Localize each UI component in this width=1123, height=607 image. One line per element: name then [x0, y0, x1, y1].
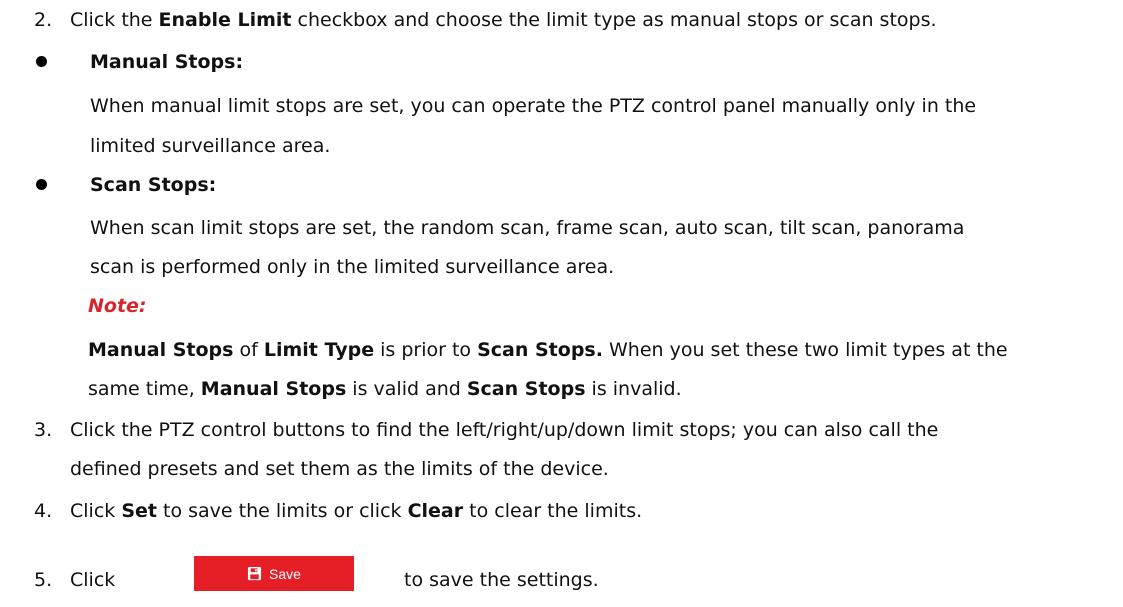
- clear-term: Clear: [407, 500, 464, 522]
- bullet-icon: [36, 56, 47, 67]
- scan-stops-line-2: scan is performed only in the limited su…: [90, 256, 615, 278]
- save-button[interactable]: Save: [194, 556, 354, 591]
- note-line-1: Manual Stops of Limit Type is prior to S…: [88, 339, 1008, 361]
- save-icon: [247, 566, 262, 581]
- step-2-text: Click the Enable Limit checkbox and choo…: [70, 9, 937, 31]
- manual-stops-heading: Manual Stops:: [90, 51, 244, 73]
- scan-stops-heading: Scan Stops:: [90, 174, 217, 196]
- step-2-number: 2.: [34, 9, 53, 31]
- note-line-2: same time, Manual Stops is valid and Sca…: [88, 378, 682, 400]
- step-3-line-2: defined presets and set them as the limi…: [70, 458, 609, 480]
- manual-stops-line-2: limited surveillance area.: [90, 135, 331, 157]
- step-5-text-start: Click: [70, 569, 116, 591]
- enable-limit-term: Enable Limit: [158, 9, 292, 31]
- save-button-label: Save: [269, 565, 301, 582]
- step-3-line-1: Click the PTZ control buttons to find th…: [70, 419, 939, 441]
- step-3-number: 3.: [34, 419, 53, 441]
- document-page: 2. Click the Enable Limit checkbox and c…: [0, 0, 1123, 607]
- scan-stops-line-1: When scan limit stops are set, the rando…: [90, 217, 965, 239]
- manual-stops-line-1: When manual limit stops are set, you can…: [90, 95, 977, 117]
- step-5-number: 5.: [34, 569, 53, 591]
- note-label: Note:: [88, 295, 147, 317]
- step-5-text-end: to save the settings.: [404, 569, 599, 591]
- step-4-text: Click Set to save the limits or click Cl…: [70, 500, 643, 522]
- bullet-icon: [36, 179, 47, 190]
- set-term: Set: [121, 500, 157, 522]
- step-4-number: 4.: [34, 500, 53, 522]
